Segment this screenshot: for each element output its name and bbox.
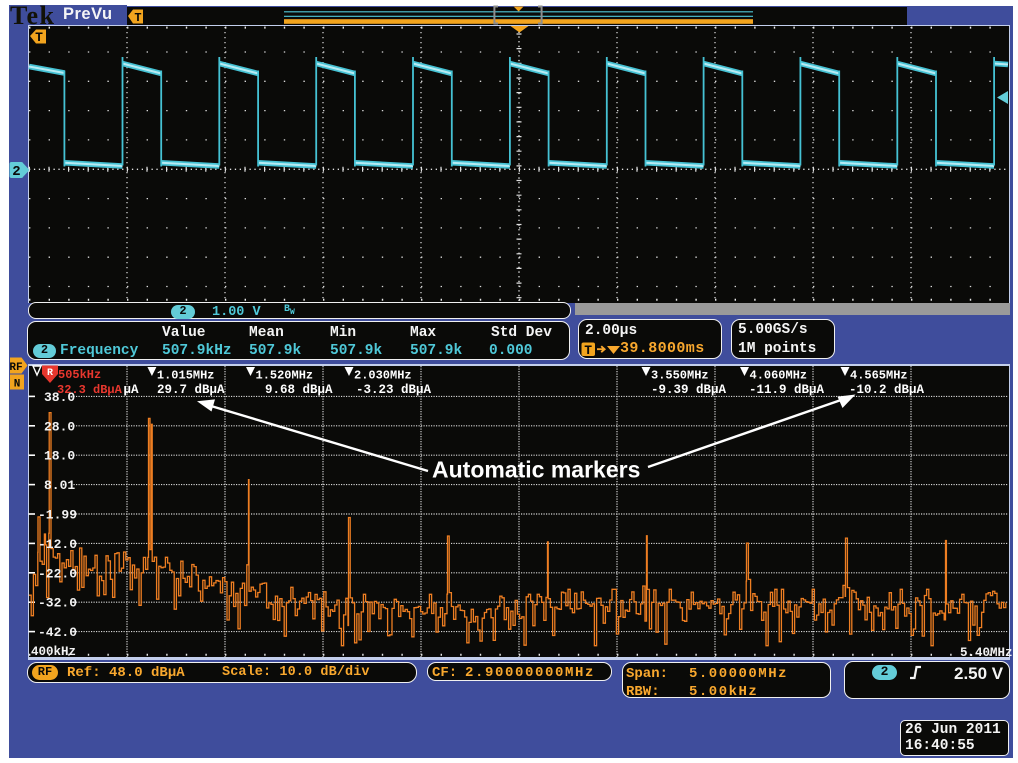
svg-text:32.3 dBµA: 32.3 dBµA [57,383,123,397]
svg-text:18.0: 18.0 [44,449,75,464]
svg-text:-42.0: -42.0 [38,625,77,640]
svg-text:-12.0: -12.0 [38,537,77,552]
svg-text:28.0: 28.0 [44,419,75,434]
svg-text:-32.0: -32.0 [38,596,77,611]
svg-text:400kHz: 400kHz [31,645,76,659]
svg-text:4.060MHz: 4.060MHz [750,369,808,383]
svg-text:29.7 dBµA: 29.7 dBµA [157,383,225,397]
svg-text:-1.99: -1.99 [38,508,77,523]
svg-text:1.520MHz: 1.520MHz [256,369,314,383]
svg-text:N: N [14,379,21,391]
svg-text:Automatic markers: Automatic markers [432,457,640,483]
svg-text:505kHz: 505kHz [58,368,101,382]
svg-text:-11.9 dBµA: -11.9 dBµA [749,383,825,397]
svg-text:µA: µA [124,383,140,397]
svg-text:-3.23 dBµA: -3.23 dBµA [356,383,432,397]
svg-text:5.40MHz: 5.40MHz [960,646,1013,660]
svg-text:RF: RF [9,362,22,374]
svg-text:4.565MHz: 4.565MHz [850,369,908,383]
svg-text:9.68 dBµA: 9.68 dBµA [265,383,333,397]
svg-text:3.550MHz: 3.550MHz [651,369,709,383]
svg-text:-10.2 dBµA: -10.2 dBµA [849,383,925,397]
svg-text:8.01: 8.01 [44,478,75,493]
svg-text:R: R [47,368,53,379]
svg-text:-9.39 dBµA: -9.39 dBµA [651,383,727,397]
svg-text:2.030MHz: 2.030MHz [354,369,412,383]
svg-text:-22.0: -22.0 [38,566,77,581]
svg-text:1.015MHz: 1.015MHz [157,369,215,383]
